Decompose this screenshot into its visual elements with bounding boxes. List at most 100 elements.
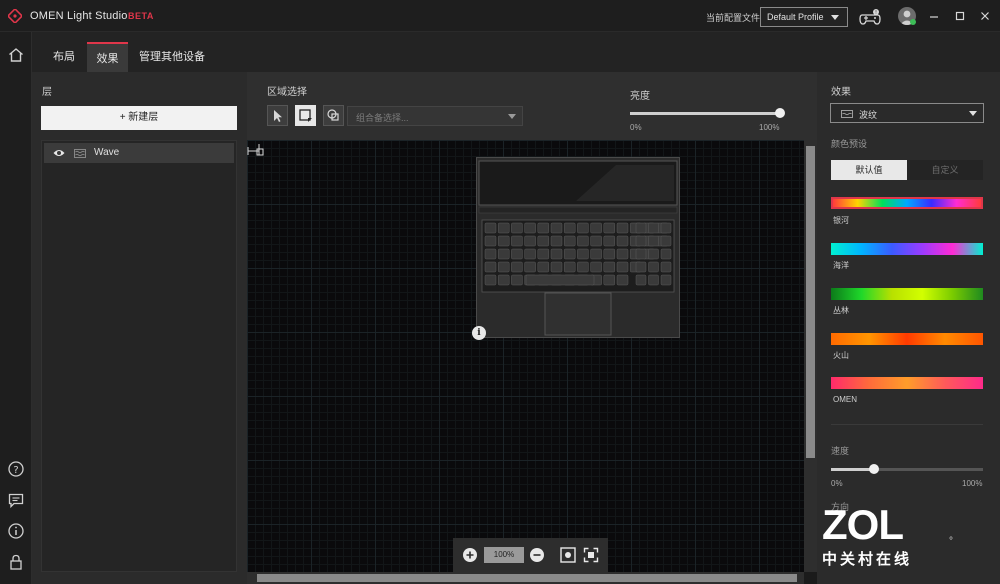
keyboard-key [616, 248, 629, 260]
preset-swatch-ocean[interactable] [831, 243, 983, 255]
tab-effects-label: 效果 [96, 53, 119, 65]
home-icon[interactable] [7, 46, 25, 64]
preset-swatch-galaxy[interactable] [831, 197, 983, 209]
keyboard-key [603, 274, 616, 286]
preset-custom-toggle[interactable]: 自定义 [907, 160, 983, 180]
speed-min-label: 0% [831, 479, 843, 488]
numpad-key [635, 222, 647, 234]
brightness-slider-fill [630, 112, 780, 115]
zone-group-dropdown[interactable]: 组合备选择... [347, 106, 523, 126]
tab-manage-devices[interactable]: 管理其他设备 [132, 42, 212, 72]
keyboard-key [537, 222, 550, 234]
brightness-min-label: 0% [630, 123, 642, 132]
help-icon[interactable]: ? [7, 460, 25, 478]
effect-value: 波纹 [859, 110, 878, 120]
keyboard-key [511, 222, 523, 234]
wave-icon [74, 149, 86, 158]
keyboard-key [484, 248, 497, 260]
brightness-slider-thumb[interactable] [775, 108, 785, 118]
minimize-icon[interactable] [926, 8, 942, 24]
effect-dropdown[interactable]: 波纹 [830, 103, 984, 123]
preset-swatch-volcano[interactable] [831, 333, 983, 345]
keyboard-key [603, 261, 616, 273]
zone-select-label: 区域选择 [267, 87, 307, 98]
tab-effects[interactable]: 效果 [87, 42, 128, 72]
keyboard-keys [484, 222, 672, 286]
speed-label: 速度 [831, 446, 850, 456]
eye-icon[interactable] [53, 148, 65, 158]
brightness-max-label: 100% [759, 123, 780, 132]
preset-label-jungle: 丛林 [833, 306, 849, 315]
rect-select-tool-button[interactable] [295, 105, 316, 126]
direction-value[interactable]: ° [949, 536, 953, 547]
zoom-in-icon[interactable] [462, 547, 478, 563]
maximize-icon[interactable] [952, 8, 968, 24]
keyboard-key [484, 222, 497, 234]
keyboard-key [524, 222, 536, 234]
group-tool-button[interactable] [323, 105, 344, 126]
new-layer-button[interactable]: + 新建层 [41, 106, 237, 130]
numpad-key [648, 222, 659, 234]
svg-text:?: ? [13, 465, 18, 476]
info-icon[interactable] [7, 522, 25, 540]
list-item[interactable]: Wave [44, 143, 234, 163]
keyboard-key [603, 222, 616, 234]
info-icon[interactable]: i [472, 326, 486, 340]
numpad-key [635, 235, 647, 247]
speed-slider-thumb[interactable] [868, 464, 879, 474]
zone-group-placeholder: 组合备选择... [356, 113, 409, 123]
keyboard-key [590, 261, 602, 273]
lock-icon[interactable] [7, 553, 25, 571]
close-icon[interactable] [977, 8, 993, 24]
horizontal-scroll-thumb[interactable] [257, 574, 797, 582]
keyboard-key [577, 248, 589, 260]
horizontal-scrollbar[interactable] [247, 572, 804, 584]
keyboard-key [497, 222, 510, 234]
keyboard-key [590, 248, 602, 260]
feedback-icon[interactable] [7, 491, 25, 509]
tab-strip: 布局 效果 管理其他设备 [32, 32, 1000, 72]
keyboard-key [563, 248, 576, 260]
keyboard-key [497, 274, 510, 286]
layer-name: Wave [94, 147, 120, 158]
keyboard-key [550, 261, 563, 273]
canvas-toolbar: 区域选择 组合备选择... 亮度 0% 100% [247, 72, 817, 140]
fullscreen-icon[interactable] [583, 547, 599, 563]
profile-value: Default Profile [767, 12, 824, 22]
numpad-key [648, 248, 659, 260]
pointer-tool-button[interactable] [267, 105, 288, 126]
laptop-device[interactable] [476, 157, 680, 338]
numpad-key [660, 248, 672, 260]
numpad-key [648, 274, 659, 286]
keyboard-key [563, 235, 576, 247]
zol-watermark: ZOL 中关村在线 [820, 504, 940, 569]
pointer-icon [274, 110, 282, 122]
keyboard-key [563, 261, 576, 273]
preset-swatch-omen[interactable] [831, 377, 983, 389]
keyboard-key [484, 274, 497, 286]
divider [831, 424, 983, 425]
zoom-level[interactable]: 100% [484, 547, 524, 563]
layer-list: Wave [41, 140, 237, 572]
profile-dropdown[interactable]: Default Profile [760, 7, 848, 27]
keyboard-key [550, 222, 563, 234]
preset-default-toggle[interactable]: 默认值 [831, 160, 907, 180]
gamepad-icon[interactable]: ! [858, 8, 882, 26]
fit-center-icon[interactable] [560, 547, 576, 563]
keyboard-key [550, 235, 563, 247]
keyboard-key [590, 235, 602, 247]
preset-swatch-jungle[interactable] [831, 288, 983, 300]
keyboard-key [590, 222, 602, 234]
app-title: OMEN Light Studio [30, 10, 128, 22]
preset-label-galaxy: 银河 [833, 216, 849, 225]
zoom-out-icon[interactable] [529, 547, 545, 563]
numpad-key [660, 222, 672, 234]
vertical-scroll-thumb[interactable] [806, 146, 815, 458]
keyboard-key [616, 261, 629, 273]
layers-title: 层 [42, 87, 52, 98]
keyboard-key [497, 261, 510, 273]
vertical-scrollbar[interactable] [804, 140, 817, 572]
speed-slider-fill [831, 468, 874, 471]
tab-layout[interactable]: 布局 [44, 42, 84, 72]
keyboard-key [524, 235, 536, 247]
